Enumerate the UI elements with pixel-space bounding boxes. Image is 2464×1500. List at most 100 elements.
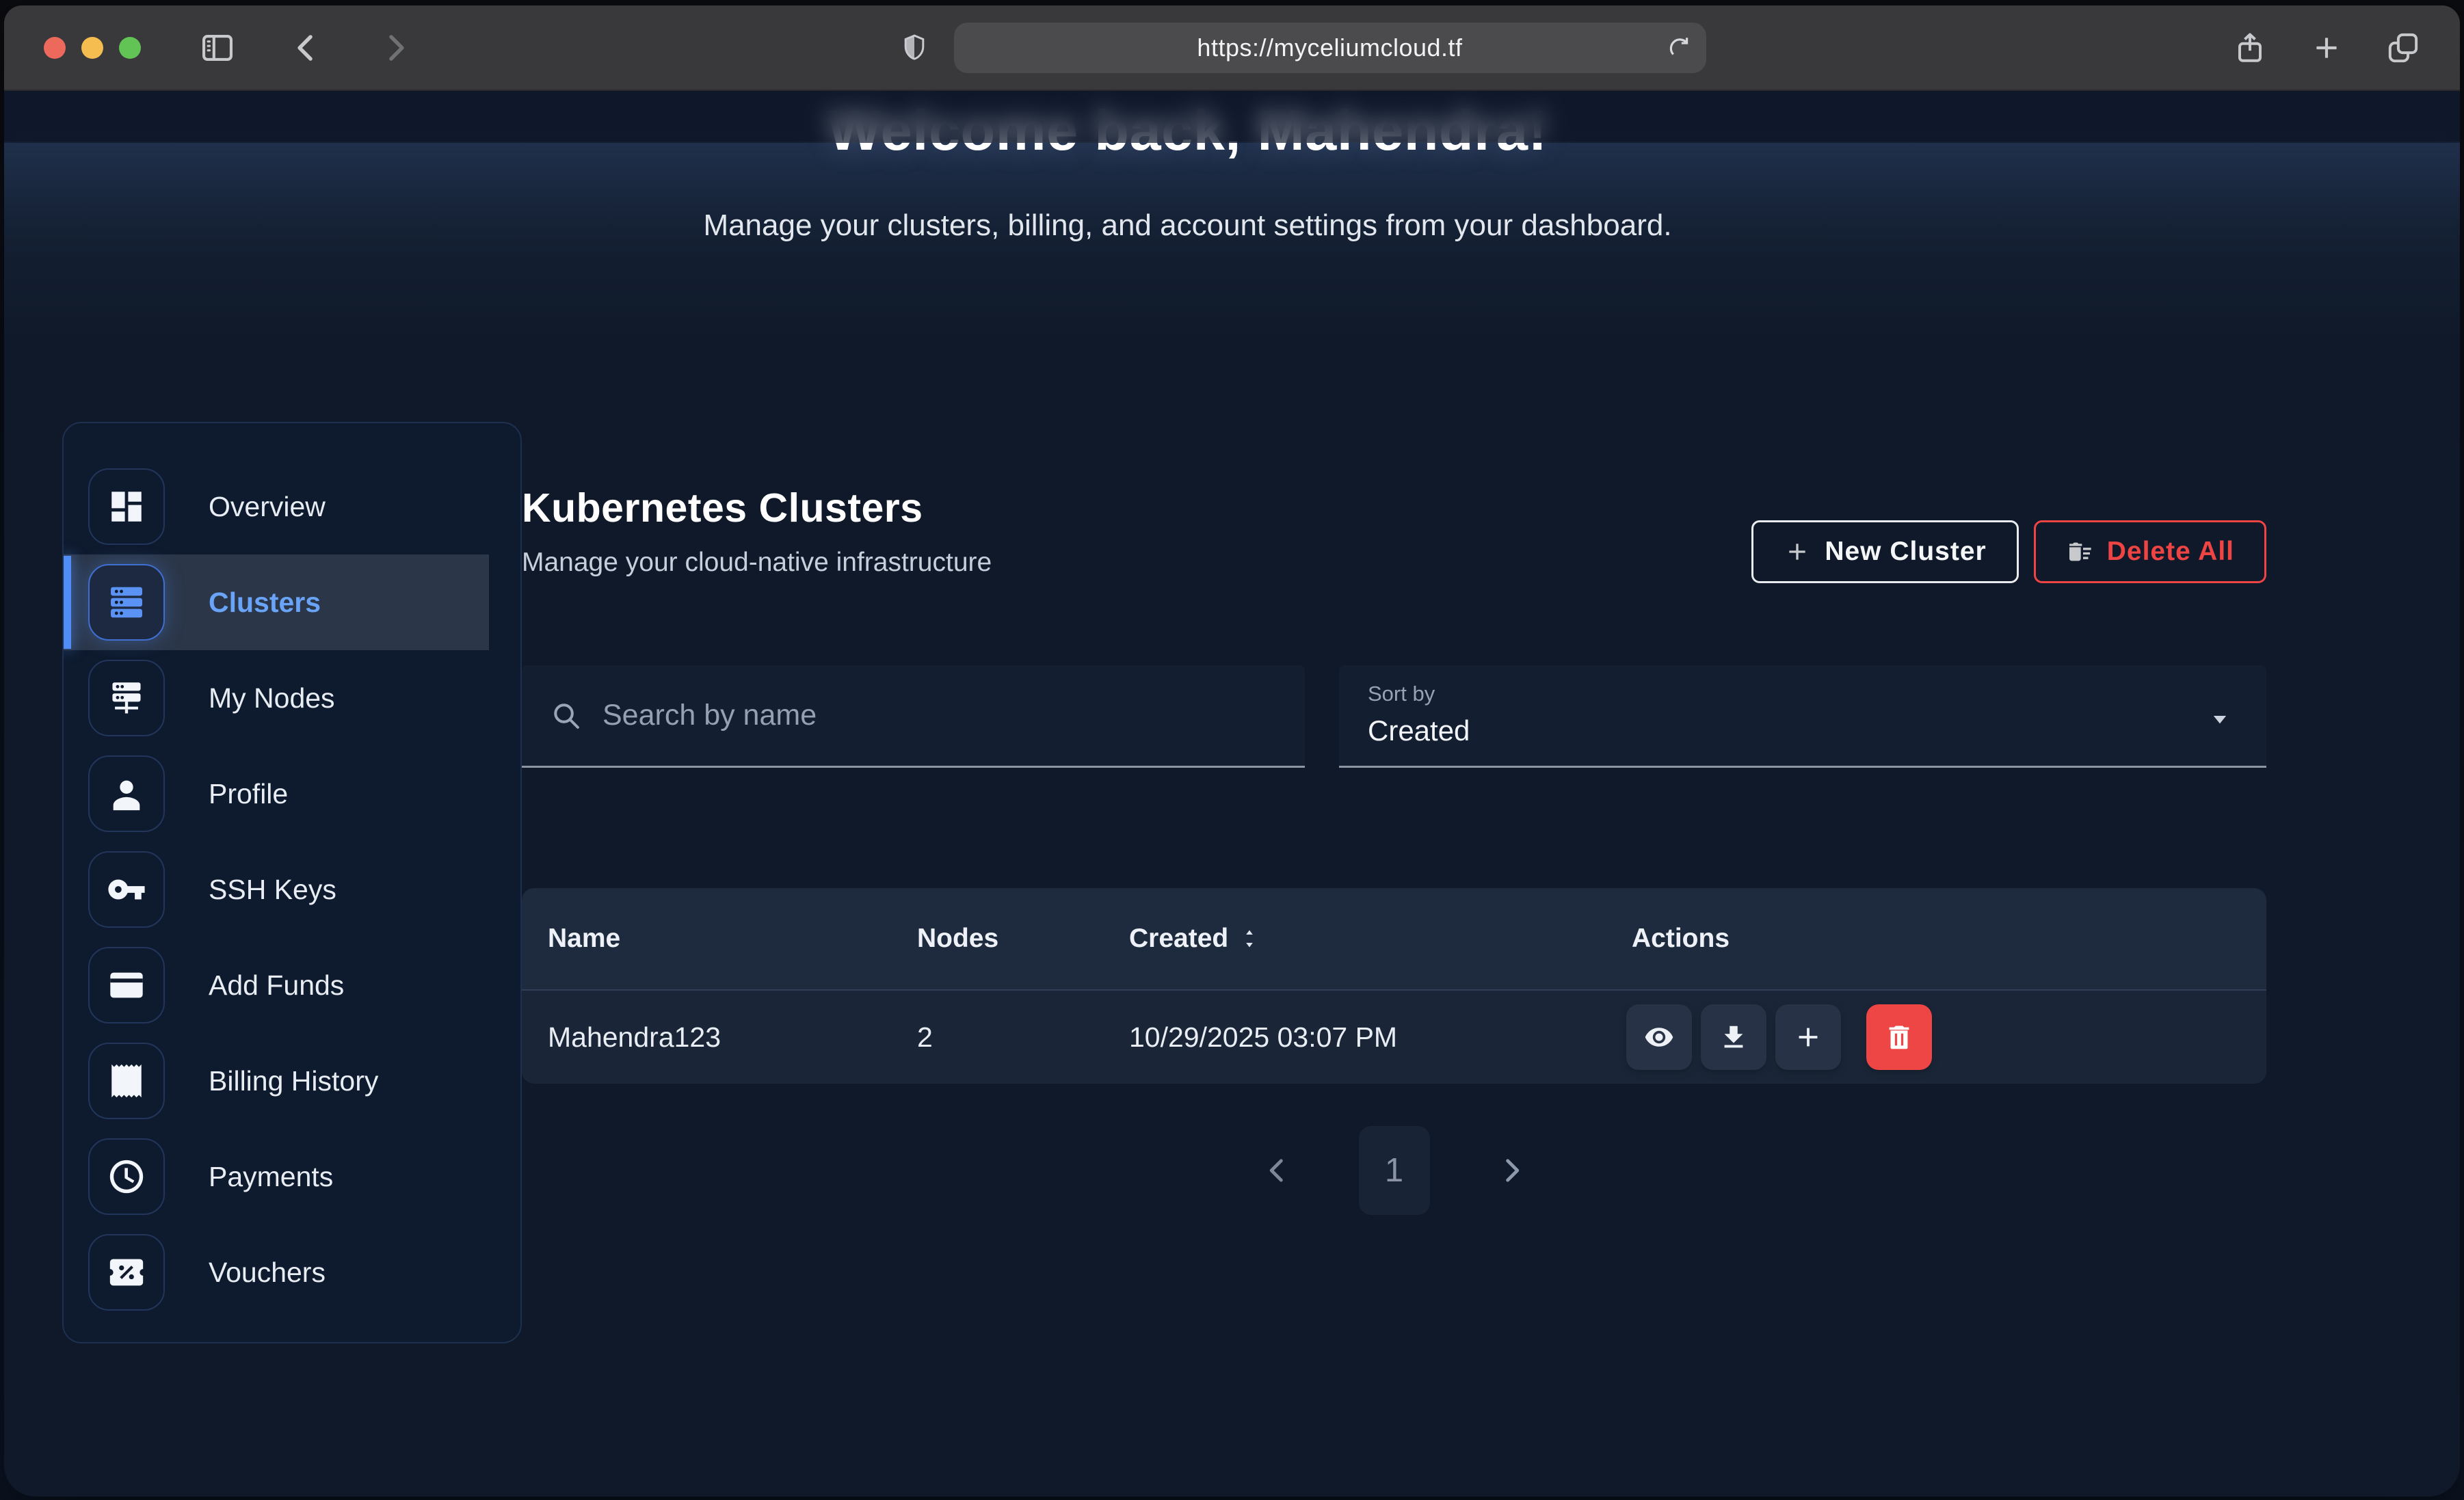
chevron-left-icon xyxy=(1262,1155,1293,1186)
plus-icon xyxy=(2309,31,2344,65)
delete-all-label: Delete All xyxy=(2107,537,2234,567)
browser-toolbar: https://myceliumcloud.tf xyxy=(4,5,2460,91)
search-field[interactable] xyxy=(522,665,1305,768)
sidebar-item-my-nodes[interactable]: My Nodes xyxy=(64,650,489,746)
section-actions: New Cluster Delete All xyxy=(1751,520,2266,583)
person-icon-tile xyxy=(88,755,165,832)
download-button[interactable] xyxy=(1701,1004,1766,1070)
plus-icon xyxy=(1784,538,1811,565)
section-header: Kubernetes Clusters Manage your cloud-na… xyxy=(522,485,2266,583)
column-label: Actions xyxy=(1632,924,1730,954)
forward-button[interactable] xyxy=(377,30,413,66)
clock-icon xyxy=(107,1157,146,1196)
address-bar[interactable]: https://myceliumcloud.tf xyxy=(954,23,1706,73)
new-tab-button[interactable] xyxy=(2309,31,2344,65)
share-icon xyxy=(2233,31,2267,65)
dashboard-icon xyxy=(107,487,146,526)
sidebar-item-label: Profile xyxy=(209,778,288,810)
delete-sweep-icon xyxy=(2066,538,2093,565)
sidebar-item-ssh-keys[interactable]: SSH Keys xyxy=(64,842,489,937)
search-input[interactable] xyxy=(601,698,1276,733)
url-zone: https://myceliumcloud.tf xyxy=(413,23,2192,73)
tab-overview-button[interactable] xyxy=(2386,31,2420,65)
welcome-title: Welcome back, Mahendra! xyxy=(4,91,2460,163)
plus-icon xyxy=(1792,1021,1824,1053)
sidebar-item-label: Payments xyxy=(209,1161,333,1193)
delete-button[interactable] xyxy=(1866,1004,1932,1070)
sidebar-item-label: My Nodes xyxy=(209,682,335,714)
minimize-window-button[interactable] xyxy=(81,37,103,59)
prev-page-button[interactable] xyxy=(1262,1155,1293,1186)
table-body: Mahendra123210/29/2025 03:07 PM xyxy=(522,989,2266,1084)
url-text: https://myceliumcloud.tf xyxy=(1197,34,1462,62)
clusters-table: NameNodesCreatedActions Mahendra123210/2… xyxy=(522,888,2266,1084)
chevron-down-icon xyxy=(2205,704,2235,737)
sidebar-item-label: Add Funds xyxy=(209,969,344,1002)
main-panel: Kubernetes Clusters Manage your cloud-na… xyxy=(522,422,2266,1497)
zoom-window-button[interactable] xyxy=(119,37,141,59)
new-cluster-button[interactable]: New Cluster xyxy=(1751,520,2018,583)
sidebar: Overview Clusters My Nodes Profile SSH Keys A… xyxy=(62,422,522,1343)
column-label: Created xyxy=(1129,924,1228,954)
sidebar-item-billing-history[interactable]: Billing History xyxy=(64,1033,489,1129)
chevron-right-icon xyxy=(1496,1155,1527,1186)
page-number[interactable]: 1 xyxy=(1359,1126,1430,1215)
add-button[interactable] xyxy=(1775,1004,1841,1070)
sidebar-item-overview[interactable]: Overview xyxy=(64,459,489,554)
next-page-button[interactable] xyxy=(1496,1155,1527,1186)
view-button[interactable] xyxy=(1626,1004,1692,1070)
refresh-icon xyxy=(1667,35,1693,61)
sort-updown-icon xyxy=(1238,927,1261,950)
ticket-icon-tile xyxy=(88,1234,165,1311)
server-network-icon-tile xyxy=(88,660,165,736)
sidebar-item-add-funds[interactable]: Add Funds xyxy=(64,937,489,1033)
page-number-label: 1 xyxy=(1385,1151,1403,1190)
delete-sweep-icon xyxy=(2066,538,2093,565)
desktop: https://myceliumcloud.tf Welcome back, M… xyxy=(0,0,2464,1500)
server-network-icon xyxy=(107,678,146,718)
sort-vertical-icon xyxy=(1238,927,1261,950)
section-title-block: Kubernetes Clusters Manage your cloud-na… xyxy=(522,485,992,578)
column-header-created[interactable]: Created xyxy=(1103,924,1606,954)
section-title: Kubernetes Clusters xyxy=(522,485,992,531)
credit-card-icon-tile xyxy=(88,947,165,1023)
sidebar-item-payments[interactable]: Payments xyxy=(64,1129,489,1224)
close-window-button[interactable] xyxy=(44,37,66,59)
key-icon-tile xyxy=(88,851,165,928)
receipt-icon-tile xyxy=(88,1043,165,1119)
dashboard-page: Welcome back, Mahendra! Manage your clus… xyxy=(4,91,2460,1497)
section-subtitle: Manage your cloud-native infrastructure xyxy=(522,548,992,578)
cell-nodes: 2 xyxy=(891,1021,1103,1054)
credit-card-icon xyxy=(107,965,146,1005)
search-icon xyxy=(551,700,582,732)
delete-all-button[interactable]: Delete All xyxy=(2034,520,2266,583)
sidebar-item-clusters[interactable]: Clusters xyxy=(64,554,489,650)
content-row: Overview Clusters My Nodes Profile SSH Keys A… xyxy=(4,422,2460,1497)
sidebar-item-profile[interactable]: Profile xyxy=(64,746,489,842)
table-header: NameNodesCreatedActions xyxy=(522,888,2266,989)
server-stack-icon-tile xyxy=(88,564,165,641)
clock-icon-tile xyxy=(88,1138,165,1215)
welcome-subtitle: Manage your clusters, billing, and accou… xyxy=(4,209,2371,243)
sort-select[interactable]: Sort by Created xyxy=(1339,665,2266,768)
download-icon xyxy=(1718,1021,1749,1053)
chevron-left-icon xyxy=(289,30,324,66)
column-label: Nodes xyxy=(917,924,998,954)
cell-name: Mahendra123 xyxy=(522,1021,891,1054)
dropdown-arrow-icon xyxy=(2205,704,2235,734)
cell-actions xyxy=(1606,1004,2266,1070)
search-icon xyxy=(551,700,582,732)
sidebar-toggle-icon[interactable] xyxy=(200,30,235,66)
chevron-right-icon xyxy=(377,30,413,66)
key-icon xyxy=(107,870,146,909)
share-button[interactable] xyxy=(2233,31,2267,65)
sidebar-item-label: Billing History xyxy=(209,1065,378,1097)
sidebar-item-vouchers[interactable]: Vouchers xyxy=(64,1224,489,1320)
sidebar-item-label: Clusters xyxy=(209,587,321,619)
privacy-shield-icon[interactable] xyxy=(899,33,929,63)
back-button[interactable] xyxy=(289,30,324,66)
column-header-actions: Actions xyxy=(1606,924,2266,954)
toolbar-right-icons xyxy=(2233,31,2420,65)
reload-button[interactable] xyxy=(1667,35,1693,61)
ticket-icon xyxy=(107,1253,146,1292)
